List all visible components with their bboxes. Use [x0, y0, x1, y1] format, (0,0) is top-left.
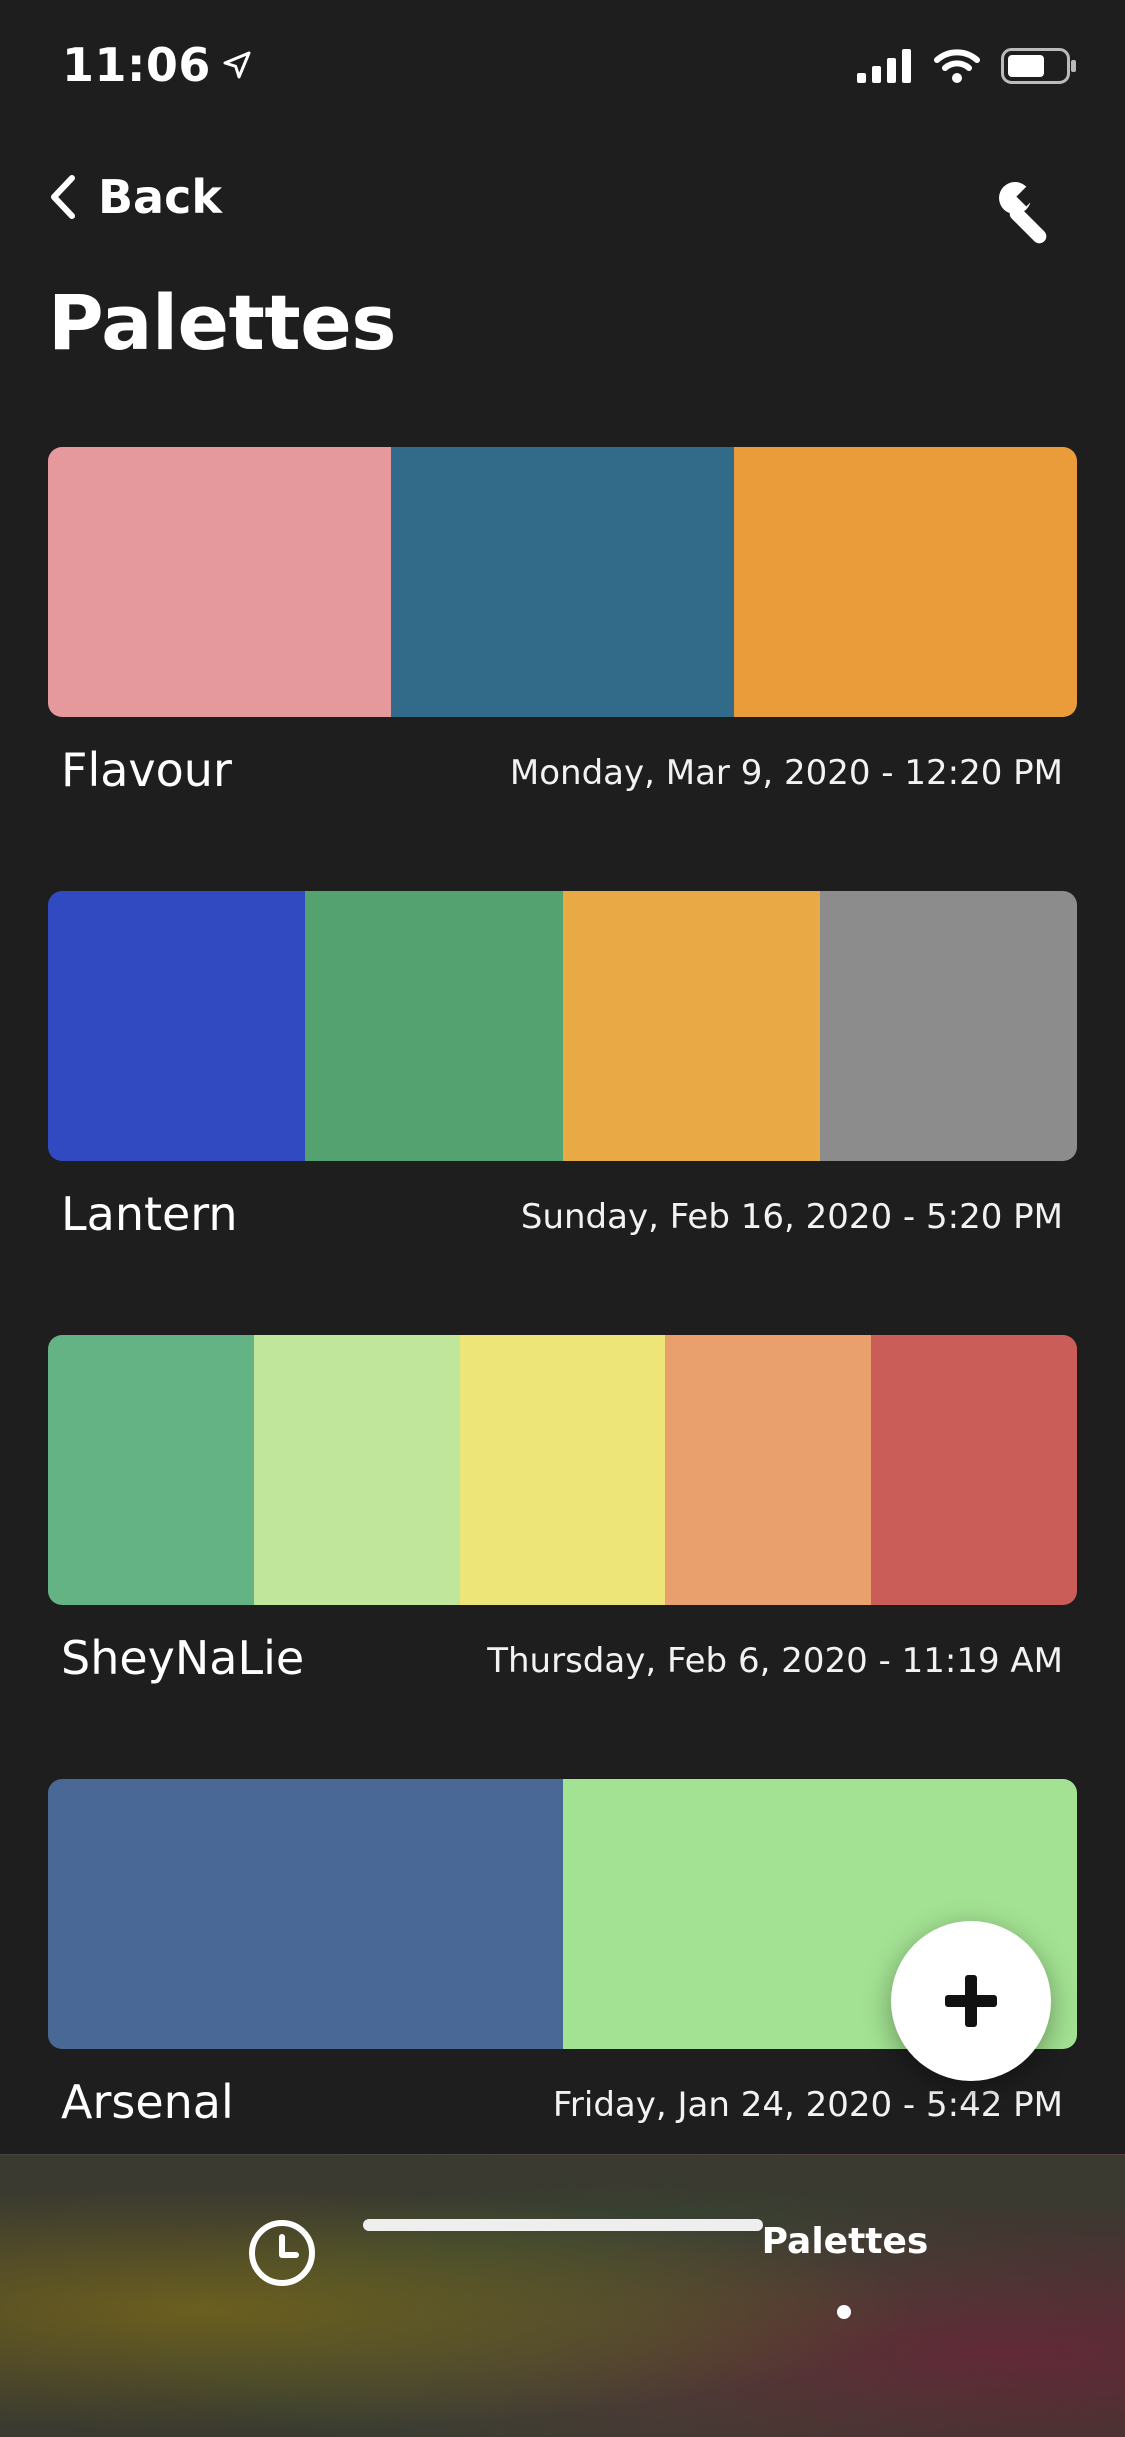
- wrench-icon: [999, 182, 1047, 244]
- status-time: 11:06: [62, 38, 253, 92]
- back-button[interactable]: Back: [48, 170, 222, 224]
- palette-name: SheyNaLie: [61, 1631, 305, 1685]
- palette-swatches: [48, 1335, 1077, 1605]
- palette-swatches: [48, 891, 1077, 1161]
- palette-card-sheynalie[interactable]: SheyNaLie Thursday, Feb 6, 2020 - 11:19 …: [48, 1335, 1077, 1695]
- palette-date: Thursday, Feb 6, 2020 - 11:19 AM: [487, 1641, 1063, 1681]
- palette-date: Monday, Mar 9, 2020 - 12:20 PM: [509, 753, 1063, 793]
- palette-name: Flavour: [61, 743, 232, 797]
- palette-swatches: [48, 447, 1077, 717]
- palette-meta: Arsenal Friday, Jan 24, 2020 - 5:42 PM: [48, 2075, 1077, 2135]
- status-time-text: 11:06: [62, 38, 211, 92]
- tab-palettes-label: Palettes: [761, 2221, 929, 2262]
- status-indicators: [857, 48, 1077, 84]
- active-tab-indicator: [837, 2305, 851, 2319]
- tab-history[interactable]: [242, 2213, 322, 2293]
- color-swatch: [562, 891, 820, 1161]
- settings-button[interactable]: [993, 176, 1065, 248]
- color-swatch: [819, 891, 1077, 1161]
- color-swatch: [48, 1335, 254, 1605]
- status-bar: 11:06: [0, 0, 1125, 140]
- palette-meta: Lantern Sunday, Feb 16, 2020 - 5:20 PM: [48, 1187, 1077, 1247]
- palette-meta: SheyNaLie Thursday, Feb 6, 2020 - 11:19 …: [48, 1631, 1077, 1691]
- color-swatch: [48, 891, 306, 1161]
- color-swatch: [48, 1779, 563, 2049]
- palette-date: Sunday, Feb 16, 2020 - 5:20 PM: [520, 1197, 1063, 1237]
- plus-icon: [945, 1975, 997, 2027]
- cellular-signal-icon: [857, 49, 911, 83]
- page-title: Palettes: [48, 278, 396, 367]
- color-swatch: [665, 1335, 872, 1605]
- color-swatch: [459, 1335, 666, 1605]
- palette-card-flavour[interactable]: Flavour Monday, Mar 9, 2020 - 12:20 PM: [48, 447, 1077, 807]
- palette-date: Friday, Jan 24, 2020 - 5:42 PM: [552, 2085, 1063, 2125]
- location-arrow-icon: [223, 51, 251, 79]
- add-palette-button[interactable]: [891, 1921, 1051, 2081]
- palette-name: Arsenal: [61, 2075, 234, 2129]
- palette-name: Lantern: [61, 1187, 238, 1241]
- color-swatch: [253, 1335, 460, 1605]
- tab-bar: Palettes: [0, 2154, 1125, 2437]
- color-swatch: [734, 447, 1077, 717]
- color-swatch: [871, 1335, 1077, 1605]
- clock-icon: [249, 2220, 315, 2286]
- home-indicator: [363, 2219, 763, 2231]
- palette-meta: Flavour Monday, Mar 9, 2020 - 12:20 PM: [48, 743, 1077, 803]
- color-swatch: [391, 447, 734, 717]
- color-swatch: [305, 891, 563, 1161]
- chevron-left-icon: [51, 175, 75, 219]
- color-swatch: [48, 447, 391, 717]
- back-button-label: Back: [98, 170, 222, 224]
- palette-card-lantern[interactable]: Lantern Sunday, Feb 16, 2020 - 5:20 PM: [48, 891, 1077, 1251]
- wifi-icon: [934, 49, 980, 83]
- battery-icon: [1001, 48, 1076, 84]
